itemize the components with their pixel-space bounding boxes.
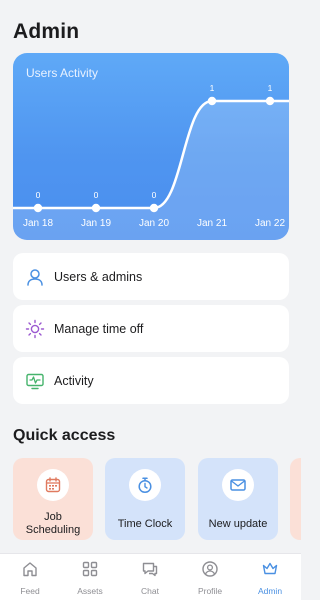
tab-label: Profile	[197, 586, 223, 596]
quick-job-scheduling[interactable]: Job Scheduling	[13, 458, 93, 540]
chart-x-tick-label: Jan 19	[81, 218, 111, 229]
menu-item-label: Users & admins	[54, 269, 143, 284]
tab-feed[interactable]: Feed	[0, 560, 60, 596]
calendar-icon	[37, 469, 69, 501]
quick-new-update[interactable]: New update	[198, 458, 278, 540]
menu-item-users-admins[interactable]: Users & admins	[13, 253, 289, 300]
quick-label: Time Clock	[117, 518, 173, 530]
stopwatch-icon	[129, 469, 161, 501]
activity-monitor-icon	[16, 371, 54, 391]
quick-card-partial[interactable]	[290, 458, 301, 540]
tab-bar: Feed Assets Chat Profile Admin	[0, 553, 301, 600]
profile-icon	[201, 560, 219, 583]
chart-data-label: 0	[152, 190, 157, 200]
crown-icon	[261, 560, 279, 583]
quick-access-row[interactable]: Job Scheduling Time Clock New update	[13, 458, 301, 540]
chart-data-label: 0	[36, 190, 41, 200]
tab-chat[interactable]: Chat	[120, 560, 180, 596]
chart-x-tick-label: Jan 22	[255, 218, 285, 229]
chart-point	[33, 203, 43, 213]
users-icon	[16, 267, 54, 287]
quick-label: New update	[208, 518, 268, 530]
users-activity-chart[interactable]: Users Activity 0 Jan 18 0 Jan 19 0 Jan 20 1 Jan…	[13, 53, 289, 240]
tab-label: Feed	[20, 586, 40, 596]
menu-item-label: Manage time off	[54, 321, 144, 336]
tab-profile[interactable]: Profile	[180, 560, 240, 596]
chart-point	[91, 203, 101, 213]
tab-label: Admin	[257, 586, 283, 596]
chart-point	[149, 203, 159, 213]
tab-admin[interactable]: Admin	[240, 560, 300, 596]
chart-point	[265, 96, 275, 106]
tab-label: Assets	[77, 586, 103, 596]
chart-x-tick-label: Jan 21	[197, 218, 227, 229]
grid-icon	[81, 560, 99, 583]
menu-item-activity[interactable]: Activity	[13, 357, 289, 404]
tab-label: Chat	[141, 586, 159, 596]
chart-plot: 0 Jan 18 0 Jan 19 0 Jan 20 1 Jan 21 1 Jan 22	[13, 83, 289, 240]
tab-assets[interactable]: Assets	[60, 560, 120, 596]
envelope-icon	[222, 469, 254, 501]
chat-icon	[141, 560, 159, 583]
quick-label: Job Scheduling	[25, 511, 81, 536]
chart-x-tick-label: Jan 20	[139, 218, 169, 229]
sun-icon	[16, 319, 54, 339]
chart-x-tick-label: Jan 18	[23, 218, 53, 229]
quick-access-title: Quick access	[13, 427, 116, 444]
chart-data-label: 1	[210, 83, 215, 93]
menu-item-manage-time-off[interactable]: Manage time off	[13, 305, 289, 352]
quick-time-clock[interactable]: Time Clock	[105, 458, 185, 540]
home-icon	[21, 560, 39, 583]
page-title: Admin	[13, 20, 80, 43]
chart-data-label: 0	[94, 190, 99, 200]
chart-data-label: 1	[268, 83, 273, 93]
chart-point	[207, 96, 217, 106]
menu-item-label: Activity	[54, 373, 94, 388]
